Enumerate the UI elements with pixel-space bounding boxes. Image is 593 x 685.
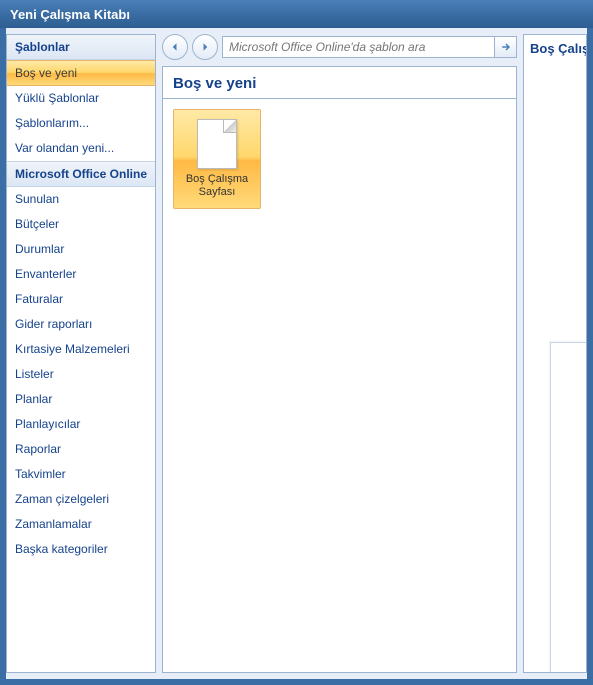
main-panel: Boş ve yeni Boş Çalışma Sayfası xyxy=(162,34,517,673)
preview-body xyxy=(524,62,586,672)
client-area: Şablonlar Boş ve yeni Yüklü Şablonlar Şa… xyxy=(6,28,587,679)
sidebar-item-label: Raporlar xyxy=(15,442,61,456)
sidebar-item-label: Planlayıcılar xyxy=(15,417,80,431)
sidebar-item-label: Zaman çizelgeleri xyxy=(15,492,109,506)
sidebar-item-featured[interactable]: Sunulan xyxy=(7,187,155,212)
sidebar: Şablonlar Boş ve yeni Yüklü Şablonlar Şa… xyxy=(6,34,156,673)
sidebar-item-label: Sunulan xyxy=(15,192,59,206)
sidebar-item-label: Bütçeler xyxy=(15,217,59,231)
sidebar-item-timelines[interactable]: Zaman çizelgeleri xyxy=(7,487,155,512)
sidebar-item-label: Listeler xyxy=(15,367,54,381)
document-icon xyxy=(197,119,237,169)
arrow-right-icon xyxy=(500,41,512,53)
sidebar-item-expense-reports[interactable]: Gider raporları xyxy=(7,312,155,337)
sidebar-item-label: Başka kategoriler xyxy=(15,542,108,556)
sidebar-item-label: Faturalar xyxy=(15,292,63,306)
sidebar-item-planners[interactable]: Planlayıcılar xyxy=(7,412,155,437)
sidebar-item-label: Zamanlamalar xyxy=(15,517,92,531)
sidebar-item-reports[interactable]: Raporlar xyxy=(7,437,155,462)
titlebar: Yeni Çalışma Kitabı xyxy=(0,0,593,28)
sidebar-item-calendars[interactable]: Takvimler xyxy=(7,462,155,487)
content-panel: Boş ve yeni Boş Çalışma Sayfası xyxy=(162,66,517,673)
sidebar-item-other-categories[interactable]: Başka kategoriler xyxy=(7,537,155,562)
sidebar-item-statuses[interactable]: Durumlar xyxy=(7,237,155,262)
arrow-left-icon xyxy=(169,41,181,53)
sidebar-item-new-from-existing[interactable]: Var olandan yeni... xyxy=(7,136,155,161)
sidebar-item-label: Durumlar xyxy=(15,242,64,256)
content-header: Boş ve yeni xyxy=(163,67,516,99)
sidebar-item-label: Takvimler xyxy=(15,467,66,481)
template-label: Boş Çalışma Sayfası xyxy=(174,173,260,198)
sidebar-section-online: Microsoft Office Online xyxy=(7,161,155,187)
sidebar-item-label: Envanterler xyxy=(15,267,76,281)
preview-header: Boş Çalış xyxy=(524,35,586,62)
back-button[interactable] xyxy=(162,34,188,60)
sidebar-item-label: Şablonlarım... xyxy=(15,116,89,130)
sidebar-item-label: Kırtasiye Malzemeleri xyxy=(15,342,130,356)
preview-thumbnail xyxy=(550,342,586,672)
search-input[interactable] xyxy=(223,37,494,57)
sidebar-header: Şablonlar xyxy=(7,35,155,60)
search-go-button[interactable] xyxy=(494,37,516,57)
sidebar-item-label: Var olandan yeni... xyxy=(15,141,114,155)
dialog-window: Yeni Çalışma Kitabı Şablonlar Boş ve yen… xyxy=(0,0,593,685)
sidebar-item-invoices[interactable]: Faturalar xyxy=(7,287,155,312)
sidebar-item-inventories[interactable]: Envanterler xyxy=(7,262,155,287)
sidebar-item-schedules[interactable]: Zamanlamalar xyxy=(7,512,155,537)
toolbar xyxy=(162,34,517,60)
sidebar-item-label: Planlar xyxy=(15,392,52,406)
sidebar-item-label: Boş ve yeni xyxy=(15,66,77,80)
forward-button[interactable] xyxy=(192,34,218,60)
arrow-right-icon xyxy=(199,41,211,53)
sidebar-item-plans[interactable]: Planlar xyxy=(7,387,155,412)
templates-area: Boş Çalışma Sayfası xyxy=(163,99,516,219)
sidebar-item-stationery[interactable]: Kırtasiye Malzemeleri xyxy=(7,337,155,362)
template-blank-workbook[interactable]: Boş Çalışma Sayfası xyxy=(173,109,261,209)
search-wrap xyxy=(222,36,517,58)
window-title: Yeni Çalışma Kitabı xyxy=(10,7,130,22)
sidebar-item-label: Gider raporları xyxy=(15,317,92,331)
sidebar-item-installed-templates[interactable]: Yüklü Şablonlar xyxy=(7,86,155,111)
sidebar-item-blank-new[interactable]: Boş ve yeni xyxy=(7,60,155,86)
sidebar-item-my-templates[interactable]: Şablonlarım... xyxy=(7,111,155,136)
sidebar-item-budgets[interactable]: Bütçeler xyxy=(7,212,155,237)
sidebar-item-label: Yüklü Şablonlar xyxy=(15,91,99,105)
sidebar-item-lists[interactable]: Listeler xyxy=(7,362,155,387)
preview-panel: Boş Çalış xyxy=(523,34,587,673)
